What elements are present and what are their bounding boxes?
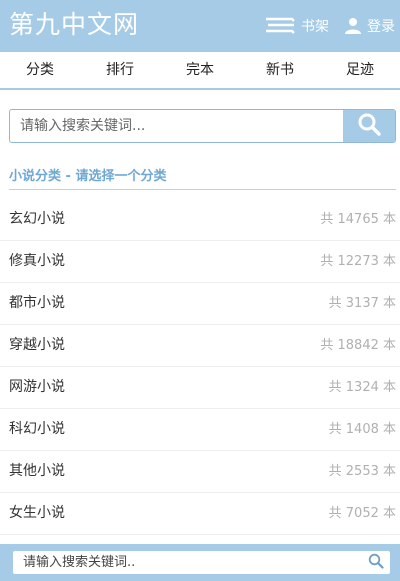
search-button[interactable] xyxy=(343,110,395,142)
category-name: 科幻小说 xyxy=(9,421,65,437)
section-title: 小说分类 - 请选择一个分类 xyxy=(9,165,396,190)
search-icon xyxy=(357,112,381,140)
user-icon xyxy=(344,17,362,35)
category-count: 共 1324 本 xyxy=(328,380,396,395)
list-item[interactable]: 网游小说 共 1324 本 xyxy=(0,367,400,409)
footer-search xyxy=(13,551,390,574)
footer-search-bar xyxy=(0,544,400,581)
list-item[interactable]: 穿越小说 共 18842 本 xyxy=(0,325,400,367)
main-nav: 分类 排行 完本 新书 足迹 xyxy=(0,52,400,90)
category-count: 共 3137 本 xyxy=(328,296,396,311)
category-name: 玄幻小说 xyxy=(9,211,65,227)
bookshelf-icon xyxy=(264,17,297,35)
category-list: 玄幻小说 共 14765 本 修真小说 共 12273 本 都市小说 共 313… xyxy=(0,199,400,535)
footer-search-button[interactable] xyxy=(366,553,386,572)
category-name: 其他小说 xyxy=(9,463,65,479)
category-count: 共 12273 本 xyxy=(320,254,396,269)
bookshelf-link[interactable]: 书架 xyxy=(264,15,329,37)
list-item[interactable]: 科幻小说 共 1408 本 xyxy=(0,409,400,451)
search-bar xyxy=(9,109,396,143)
list-item[interactable]: 都市小说 共 3137 本 xyxy=(0,283,400,325)
category-count: 共 2553 本 xyxy=(328,464,396,479)
category-name: 女生小说 xyxy=(9,505,65,521)
site-header: 第九中文网 书架 登录 xyxy=(0,0,400,52)
nav-item-finished[interactable]: 完本 xyxy=(160,52,240,88)
category-name: 修真小说 xyxy=(9,253,65,269)
nav-item-category[interactable]: 分类 xyxy=(0,52,80,88)
category-name: 网游小说 xyxy=(9,379,65,395)
category-count: 共 14765 本 xyxy=(320,212,396,227)
category-count: 共 1408 本 xyxy=(328,422,396,437)
nav-item-history[interactable]: 足迹 xyxy=(320,52,400,88)
footer-search-input[interactable] xyxy=(13,551,358,574)
search-input[interactable] xyxy=(10,110,344,142)
login-link[interactable]: 登录 xyxy=(344,15,395,37)
nav-item-ranking[interactable]: 排行 xyxy=(80,52,160,88)
category-count: 共 7052 本 xyxy=(328,506,396,521)
category-name: 穿越小说 xyxy=(9,337,65,353)
list-item[interactable]: 玄幻小说 共 14765 本 xyxy=(0,199,400,241)
category-count: 共 18842 本 xyxy=(320,338,396,353)
list-item[interactable]: 修真小说 共 12273 本 xyxy=(0,241,400,283)
search-icon xyxy=(368,553,384,573)
bookshelf-label: 书架 xyxy=(301,19,329,35)
site-logo[interactable]: 第九中文网 xyxy=(9,8,139,42)
list-item[interactable]: 其他小说 共 2553 本 xyxy=(0,451,400,493)
list-item[interactable]: 女生小说 共 7052 本 xyxy=(0,493,400,535)
category-name: 都市小说 xyxy=(9,295,65,311)
nav-item-new-books[interactable]: 新书 xyxy=(240,52,320,88)
login-label: 登录 xyxy=(367,19,395,35)
